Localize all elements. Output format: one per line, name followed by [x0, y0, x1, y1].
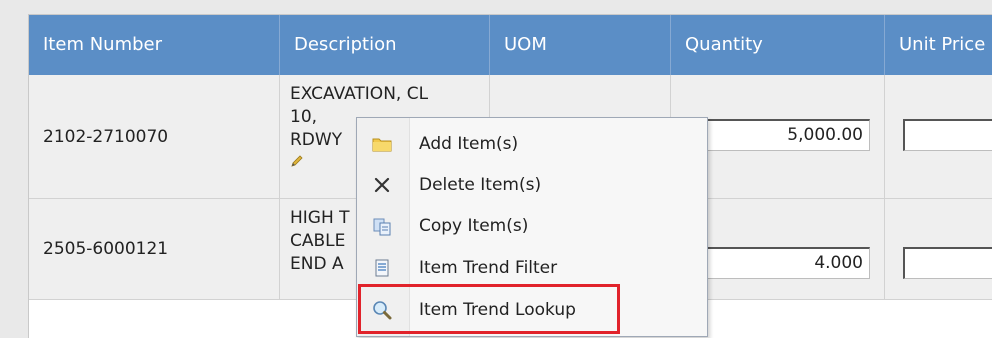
column-header-description[interactable]: Description [280, 15, 490, 75]
highlight-box [358, 284, 620, 334]
description-line: EXCAVATION, CL [290, 84, 429, 104]
column-header-quantity[interactable]: Quantity [671, 15, 885, 75]
unit-price-input[interactable]: $ [903, 247, 992, 279]
menu-item-add-items[interactable]: Add Item(s) [357, 124, 707, 164]
folder-icon [371, 133, 393, 155]
menu-item-label: Delete Item(s) [419, 175, 542, 195]
grid-header: Item Number Description UOM Quantity Uni… [29, 15, 992, 75]
column-header-item-number[interactable]: Item Number [29, 15, 280, 75]
quantity-input[interactable]: 4.000 [698, 247, 870, 279]
quantity-input[interactable]: 5,000.00 [698, 119, 870, 151]
item-number-cell: 2505-6000121 [29, 199, 280, 299]
menu-item-label: Item Trend Filter [419, 258, 558, 278]
menu-item-copy-items[interactable]: Copy Item(s) [357, 206, 707, 246]
copy-icon [371, 215, 393, 237]
unit-price-input[interactable] [903, 119, 992, 151]
column-header-uom[interactable]: UOM [490, 15, 671, 75]
item-number-value: 2505-6000121 [43, 239, 169, 259]
unit-price-cell: $ [885, 199, 992, 299]
menu-item-item-trend-filter[interactable]: Item Trend Filter [357, 248, 707, 288]
column-header-unit-price[interactable]: Unit Price [885, 15, 992, 75]
document-filter-icon [371, 257, 393, 279]
close-x-icon [371, 174, 393, 196]
item-number-cell: 2102-2710070 [29, 75, 280, 198]
menu-item-label: Add Item(s) [419, 134, 519, 154]
pencil-icon[interactable] [290, 152, 304, 167]
menu-item-label: Copy Item(s) [419, 216, 529, 236]
menu-item-delete-items[interactable]: Delete Item(s) [357, 165, 707, 205]
unit-price-cell [885, 75, 992, 198]
item-number-value: 2102-2710070 [43, 126, 169, 147]
